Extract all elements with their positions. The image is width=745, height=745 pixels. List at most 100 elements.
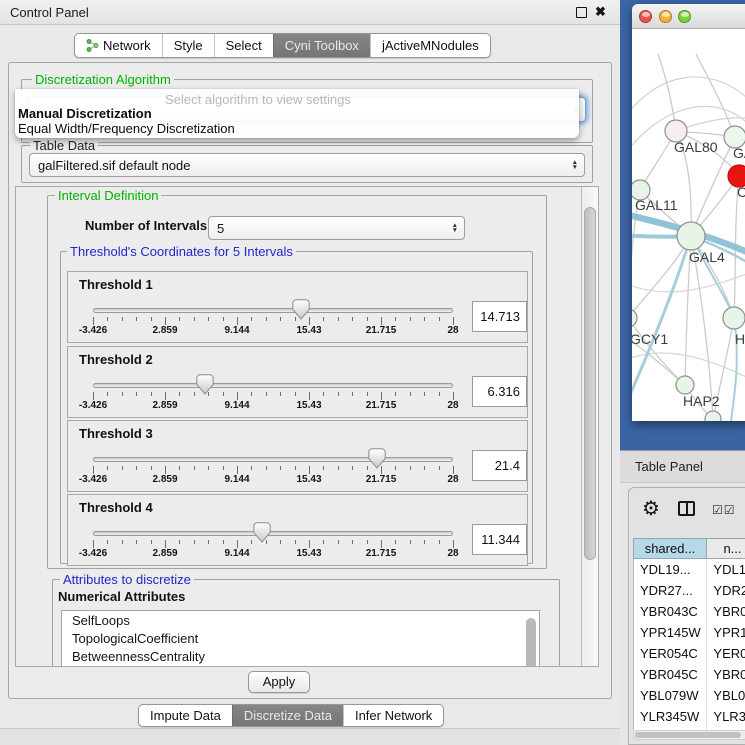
- node-label: GAL4: [689, 249, 725, 265]
- table-row[interactable]: YBR045CYBR0: [634, 664, 745, 685]
- threshold-value-field[interactable]: 6.316: [472, 376, 527, 407]
- attribute-item-betweennesscentrality[interactable]: BetweennessCentrality: [62, 647, 539, 665]
- table-cell[interactable]: YBR043C: [634, 601, 707, 622]
- minimize-traffic-light[interactable]: [659, 10, 672, 23]
- table-row[interactable]: YDL19...YDL1: [634, 559, 745, 580]
- threshold-value-field[interactable]: 11.344: [472, 524, 527, 555]
- table-horizontal-scrollbar[interactable]: [633, 730, 745, 740]
- column-header-n-[interactable]: n...: [707, 538, 745, 559]
- numerical-attributes-list[interactable]: SelfLoopsTopologicalCoefficientBetweenne…: [61, 610, 540, 666]
- tick-mark: [381, 540, 382, 548]
- table-row[interactable]: YLR345WYLR3: [634, 706, 745, 727]
- algorithm-option-equal-width-frequency-discretization[interactable]: Equal Width/Frequency Discretization: [18, 121, 235, 136]
- apply-button[interactable]: Apply: [248, 671, 310, 693]
- float-window-icon[interactable]: [576, 7, 587, 18]
- table-cell[interactable]: YBR0: [707, 601, 745, 622]
- threshold-slider[interactable]: [93, 457, 453, 462]
- combo-stepper-icon: ▲▼: [452, 223, 458, 233]
- tick-mark: [179, 392, 180, 396]
- gear-icon[interactable]: ⚙: [642, 496, 660, 521]
- threshold-value-field[interactable]: 14.713: [472, 301, 527, 332]
- network-node-ha[interactable]: [723, 307, 745, 329]
- tab-jactivemnodules[interactable]: jActiveMNodules: [370, 34, 490, 57]
- tab-discretize-data[interactable]: Discretize Data: [232, 705, 343, 726]
- slider-thumb[interactable]: [292, 299, 310, 320]
- table-row[interactable]: YDR27...YDR2: [634, 580, 745, 601]
- network-edge[interactable]: [658, 54, 676, 131]
- tick-mark: [136, 392, 137, 396]
- table-row[interactable]: YBR043CYBR0: [634, 601, 745, 622]
- slider-thumb[interactable]: [196, 374, 214, 395]
- algorithm-option-manual-discretization[interactable]: Manual Discretization: [18, 106, 152, 121]
- table-data-group-title: Table Data: [30, 138, 98, 153]
- threshold-slider[interactable]: [93, 308, 453, 313]
- table-cell[interactable]: YDR27...: [634, 580, 707, 601]
- table-data-combo[interactable]: galFiltered.sif default node ▲▼: [29, 153, 585, 177]
- table-cell[interactable]: YBR0: [707, 664, 745, 685]
- scrollbar-thumb[interactable]: [584, 207, 596, 560]
- table-row[interactable]: YPR145WYPR1: [634, 622, 745, 643]
- zoom-traffic-light[interactable]: [678, 10, 691, 23]
- table-row[interactable]: YER054CYER0: [634, 643, 745, 664]
- close-icon[interactable]: ✖: [595, 4, 606, 20]
- threshold-value-field[interactable]: 21.4: [472, 450, 527, 481]
- control-panel: Control Panel ✖ NetworkStyleSelectCyni T…: [0, 0, 620, 745]
- right-panel: GAL80GACGAL11GAL4GCY1HAHAP2 Table Panel …: [620, 0, 745, 745]
- network-node-hap2[interactable]: [676, 376, 694, 394]
- network-edge[interactable]: [696, 54, 735, 137]
- table-cell[interactable]: YER0: [707, 643, 745, 664]
- table-cell[interactable]: YDL19...: [634, 559, 707, 580]
- tick-mark: [208, 466, 209, 470]
- number-of-intervals-combo[interactable]: 5 ▲▼: [208, 216, 465, 240]
- network-edge[interactable]: [632, 236, 691, 318]
- tab-infer-network[interactable]: Infer Network: [343, 705, 443, 726]
- network-node-gcy1[interactable]: [632, 309, 637, 327]
- select-columns-icons[interactable]: ☑☑: [712, 503, 736, 517]
- slider-thumb[interactable]: [368, 448, 386, 469]
- table-cell[interactable]: YPR1: [707, 622, 745, 643]
- close-traffic-light[interactable]: [639, 10, 652, 23]
- threshold-slider[interactable]: [93, 531, 453, 536]
- table-cell[interactable]: YDR2: [707, 580, 745, 601]
- tick-mark: [223, 392, 224, 396]
- network-edge[interactable]: [646, 419, 713, 421]
- cyni-toolbox-content: Discretization Algorithm ▲▼ Select algor…: [8, 62, 612, 699]
- tick-mark: [352, 466, 353, 470]
- column-header-shared-[interactable]: shared...: [633, 538, 707, 559]
- tick-mark: [107, 466, 108, 470]
- list-scrollbar[interactable]: [526, 618, 536, 666]
- tab-select[interactable]: Select: [214, 34, 273, 57]
- network-node[interactable]: [705, 411, 721, 421]
- settings-vertical-scrollbar[interactable]: [581, 187, 598, 666]
- attribute-item-topologicalcoefficient[interactable]: TopologicalCoefficient: [62, 629, 539, 647]
- tick-mark: [194, 466, 195, 470]
- table-cell[interactable]: YPR145W: [634, 622, 707, 643]
- table-cell[interactable]: YLR3: [707, 706, 745, 727]
- tick-mark: [309, 466, 310, 474]
- network-window-titlebar[interactable]: [632, 4, 745, 29]
- table-cell[interactable]: YBR045C: [634, 664, 707, 685]
- tab-impute-data[interactable]: Impute Data: [139, 705, 232, 726]
- tab-style[interactable]: Style: [162, 34, 214, 57]
- table-cell[interactable]: YLR345W: [634, 706, 707, 727]
- column-layout-icon[interactable]: [678, 501, 695, 516]
- node-label: GAL80: [674, 139, 718, 155]
- table-cell[interactable]: YBL0: [707, 685, 745, 706]
- slider-thumb[interactable]: [253, 522, 271, 543]
- table-cell[interactable]: YER054C: [634, 643, 707, 664]
- table-cell[interactable]: YBL079W: [634, 685, 707, 706]
- tick-mark: [323, 466, 324, 470]
- network-view-window[interactable]: GAL80GACGAL11GAL4GCY1HAHAP2: [632, 4, 745, 421]
- scrollbar-thumb[interactable]: [635, 732, 741, 738]
- network-node-gal4[interactable]: [677, 222, 705, 250]
- table-cell[interactable]: YDL1: [707, 559, 745, 580]
- tick-mark: [323, 317, 324, 321]
- tick-mark: [338, 540, 339, 544]
- tab-network[interactable]: Network: [75, 34, 162, 57]
- tab-cyni-toolbox[interactable]: Cyni Toolbox: [273, 34, 370, 57]
- threshold-slider[interactable]: [93, 383, 453, 388]
- tick-mark: [165, 540, 166, 548]
- table-row[interactable]: YBL079WYBL0: [634, 685, 745, 706]
- attribute-item-selfloops[interactable]: SelfLoops: [62, 611, 539, 629]
- network-canvas[interactable]: GAL80GACGAL11GAL4GCY1HAHAP2: [632, 29, 745, 421]
